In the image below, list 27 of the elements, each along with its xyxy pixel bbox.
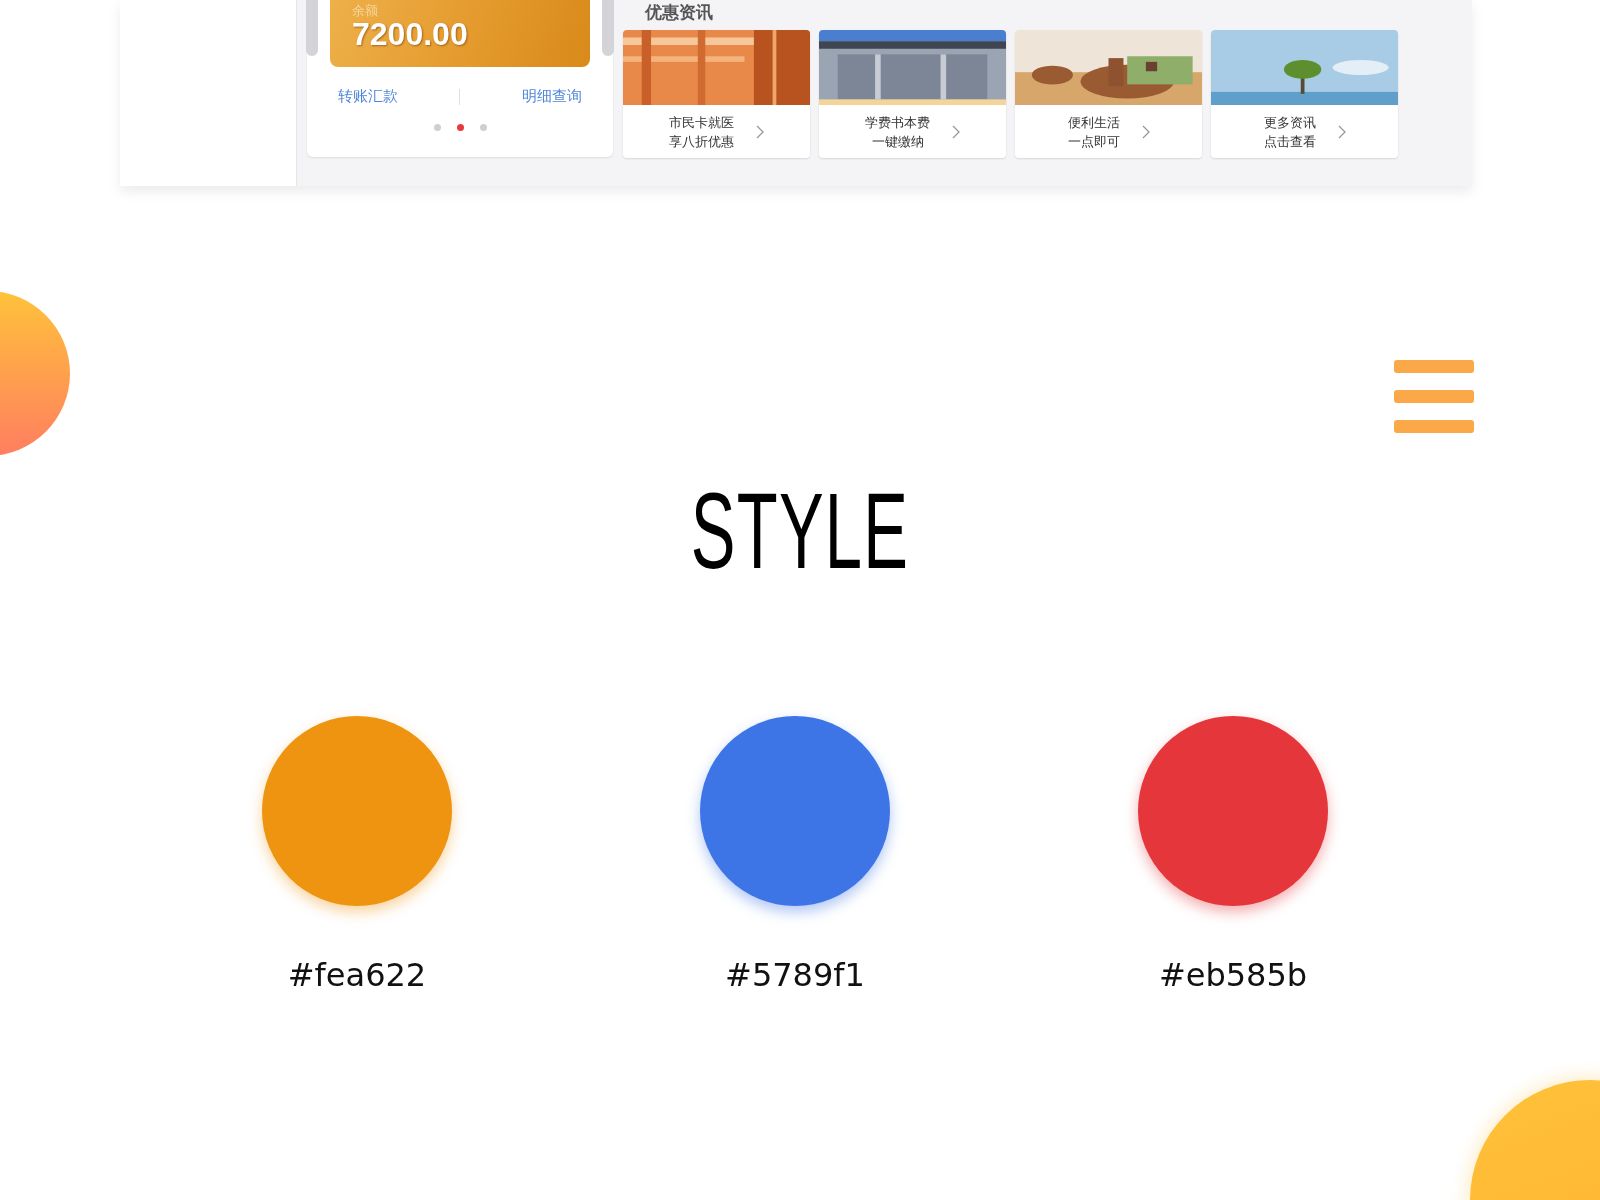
news-caption: 学费书本费 一键缴纳: [865, 113, 930, 151]
chevron-icon: [1337, 124, 1346, 139]
color-code: #fea622: [287, 956, 427, 994]
balance-amount: 7200.00: [352, 17, 469, 51]
color-code: #5789f1: [725, 956, 865, 994]
carousel-dot[interactable]: [433, 124, 441, 131]
carousel-dot[interactable]: [479, 124, 487, 131]
balance-label: 余额: [352, 4, 379, 17]
news-card[interactable]: 便利生活 一点即可: [1015, 30, 1202, 158]
carousel-card-edge: [602, 0, 614, 56]
news-card[interactable]: 市民卡就医 享八折优惠: [623, 30, 810, 158]
chevron-icon: [756, 124, 764, 139]
news-caption: 便利生活 一点即可: [1067, 113, 1120, 151]
chevron-icon: [952, 124, 960, 139]
news-caption: 更多资讯 点击查看: [1263, 113, 1316, 151]
news-caption: 市民卡就医 享八折优惠: [669, 113, 734, 151]
chevron-icon: [1141, 124, 1150, 139]
carousel-dot[interactable]: [456, 124, 464, 131]
section-heading: STYLE: [689, 476, 911, 586]
news-card[interactable]: 更多资讯 点击查看: [1211, 30, 1398, 158]
menu-icon[interactable]: [1394, 360, 1474, 433]
section-title: 优惠资讯: [645, 2, 714, 24]
action-link[interactable]: 明细查询: [522, 87, 583, 106]
carousel-card-edge: [306, 0, 318, 56]
news-card[interactable]: 学费书本费 一键缴纳: [819, 30, 1006, 158]
action-link[interactable]: 转账汇款: [337, 87, 398, 106]
color-code: #eb585b: [1158, 956, 1308, 994]
